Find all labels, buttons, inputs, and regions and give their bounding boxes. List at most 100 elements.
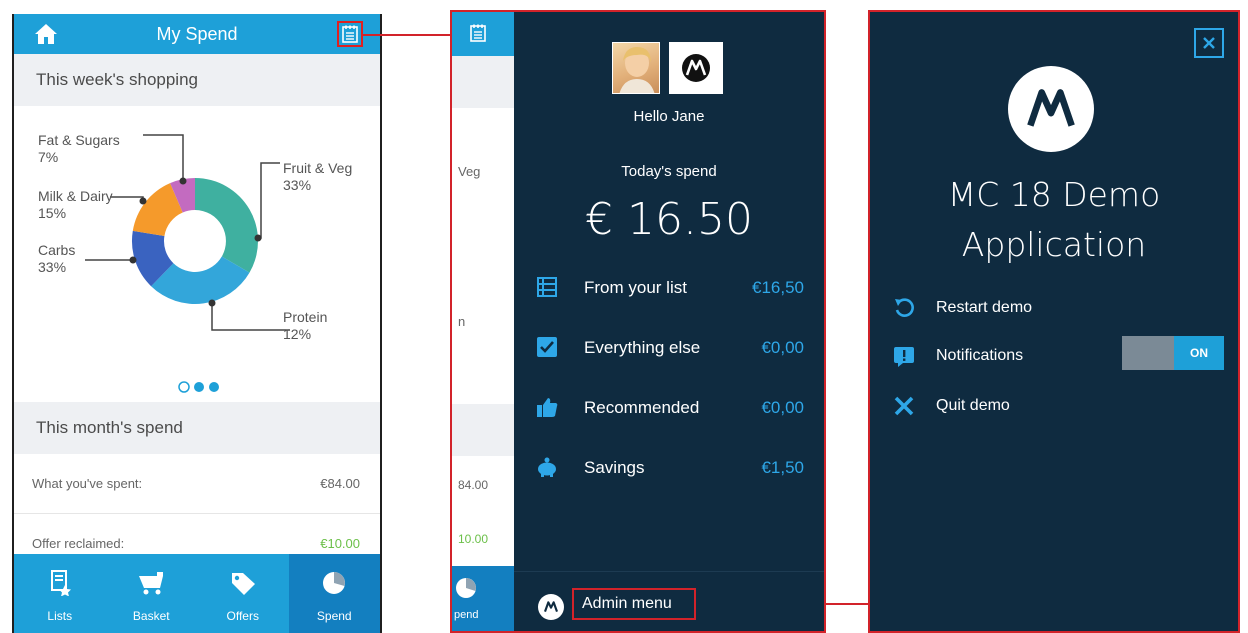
menu-item-recommended-value: €0,00	[761, 398, 804, 417]
thumbs-up-icon	[537, 398, 558, 417]
tab-lists[interactable]: Lists	[14, 554, 106, 633]
restart-icon	[895, 298, 914, 317]
menu-item-recommended-label: Recommended	[584, 398, 700, 417]
label-fat-sugars-pct: 7%	[38, 149, 59, 165]
page-title: My Spend	[156, 24, 238, 44]
piggy-bank-icon	[538, 457, 556, 477]
close-icon	[1203, 37, 1215, 49]
underlying-screen-strip: Veg n 84.00 10.00 pend	[452, 12, 514, 631]
week-section-header: This week's shopping	[14, 54, 380, 106]
toggle-off-track	[1122, 336, 1174, 370]
motorola-icon	[682, 54, 710, 82]
label-protein-name: Protein	[283, 309, 328, 325]
tab-lists-label: Lists	[47, 609, 73, 623]
admin-menu-screen: MC 18 Demo Application Restart demo Noti…	[868, 10, 1240, 633]
label-fruit-veg: Fruit & Veg 33%	[283, 160, 352, 194]
tab-spend-label: Spend	[316, 609, 352, 623]
motorola-icon	[1027, 89, 1075, 127]
notepad-icon[interactable]	[470, 24, 486, 42]
pie-chart-icon	[323, 572, 346, 594]
strip-spent-text: 84.00	[458, 478, 489, 492]
connector-line-1	[362, 34, 452, 36]
close-button[interactable]	[1194, 28, 1224, 58]
offer-value: €10.00	[320, 536, 360, 551]
menu-item-from-list-value: €16,50	[752, 278, 804, 297]
menu-item-everything-else-value: €0,00	[761, 338, 804, 357]
carousel-pager[interactable]	[177, 380, 223, 394]
tab-basket[interactable]: Basket	[106, 554, 198, 633]
restart-demo-item[interactable]: Restart demo	[870, 292, 1238, 324]
label-fat-sugars: Fat & Sugars 7%	[38, 132, 120, 166]
admin-menu-button[interactable]: Admin menu	[572, 588, 696, 620]
side-menu-footer: Admin menu	[514, 571, 824, 631]
menu-item-everything-else-label: Everything else	[584, 338, 701, 357]
list-menu-button[interactable]	[337, 21, 363, 47]
label-carbs: Carbs 33%	[38, 242, 75, 276]
label-milk-dairy-name: Milk & Dairy	[38, 188, 113, 204]
menu-item-savings[interactable]: Savings €1,50	[514, 450, 824, 486]
motorola-logo	[669, 42, 723, 94]
label-fruit-veg-name: Fruit & Veg	[283, 160, 353, 176]
tag-icon	[231, 573, 255, 595]
my-spend-screen: My Spend This week's shopping Fat & Suga…	[12, 14, 382, 633]
menu-item-everything-else[interactable]: Everything else €0,00	[514, 330, 824, 366]
motorola-icon	[538, 594, 564, 620]
motorola-logo	[1008, 66, 1094, 152]
list-icon	[537, 277, 557, 297]
checkbox-icon	[537, 337, 557, 357]
app-title-line-2: Application	[961, 225, 1147, 264]
strip-tab-spend: pend	[452, 566, 514, 631]
spent-label: What you've spent:	[32, 476, 143, 491]
toggle-on-state: ON	[1174, 336, 1224, 370]
quit-x-icon	[894, 396, 914, 416]
menu-item-from-list-label: From your list	[584, 278, 687, 297]
label-carbs-pct: 33%	[38, 259, 67, 275]
strip-n-text: n	[458, 314, 466, 329]
label-fat-sugars-name: Fat & Sugars	[38, 132, 120, 148]
menu-item-savings-label: Savings	[584, 458, 645, 477]
menu-item-savings-value: €1,50	[761, 458, 804, 477]
tab-offers[interactable]: Offers	[197, 554, 289, 633]
tab-offers-label: Offers	[226, 609, 259, 623]
label-fruit-veg-pct: 33%	[283, 177, 312, 193]
label-milk-dairy: Milk & Dairy 15%	[38, 188, 113, 222]
strip-spend-label: pend	[454, 609, 479, 621]
tab-spend[interactable]: Spend	[288, 554, 380, 633]
spent-row: What you've spent: €84.00	[14, 454, 380, 514]
todays-spend-amount: € 16.50	[585, 194, 753, 245]
greeting-text: Hello Jane	[633, 108, 705, 125]
strip-section-band	[452, 56, 514, 108]
list-star-icon	[50, 570, 71, 596]
quit-demo-label: Quit demo	[936, 397, 1010, 414]
side-menu-screen: Veg n 84.00 10.00 pend Hello Jane Today'…	[450, 10, 826, 633]
quit-demo-item[interactable]: Quit demo	[870, 390, 1238, 422]
tab-basket-label: Basket	[132, 609, 170, 623]
bottom-tab-bar: Lists Basket Offers Spend	[14, 554, 380, 633]
restart-demo-label: Restart demo	[936, 299, 1033, 316]
side-menu-drawer: Hello Jane Today's spend € 16.50 From yo…	[514, 12, 824, 631]
pie-chart-icon	[456, 578, 476, 598]
menu-item-recommended[interactable]: Recommended €0,00	[514, 390, 824, 426]
avatar-portrait	[619, 47, 655, 93]
strip-section-band	[452, 404, 514, 456]
label-carbs-name: Carbs	[38, 242, 76, 258]
notifications-toggle[interactable]: ON	[1122, 336, 1224, 370]
offer-label: Offer reclaimed:	[32, 536, 125, 551]
user-avatar[interactable]	[612, 42, 660, 94]
app-header: My Spend	[14, 14, 380, 54]
menu-item-from-list[interactable]: From your list €16,50	[514, 270, 824, 306]
alert-icon	[894, 347, 914, 367]
month-section-header: This month's spend	[14, 402, 380, 454]
notifications-label: Notifications	[936, 347, 1024, 364]
spent-value: €84.00	[320, 476, 360, 491]
strip-header	[452, 12, 514, 56]
notepad-icon	[342, 25, 358, 43]
basket-icon	[139, 572, 164, 595]
app-title-line-1: MC 18 Demo	[947, 175, 1161, 214]
todays-spend-label: Today's spend	[621, 163, 717, 180]
strip-veg-text: Veg	[458, 164, 481, 179]
donut-fruit-veg[interactable]	[195, 178, 258, 273]
label-protein: Protein 12%	[283, 309, 327, 343]
label-milk-dairy-pct: 15%	[38, 205, 67, 221]
label-protein-pct: 12%	[283, 326, 312, 342]
